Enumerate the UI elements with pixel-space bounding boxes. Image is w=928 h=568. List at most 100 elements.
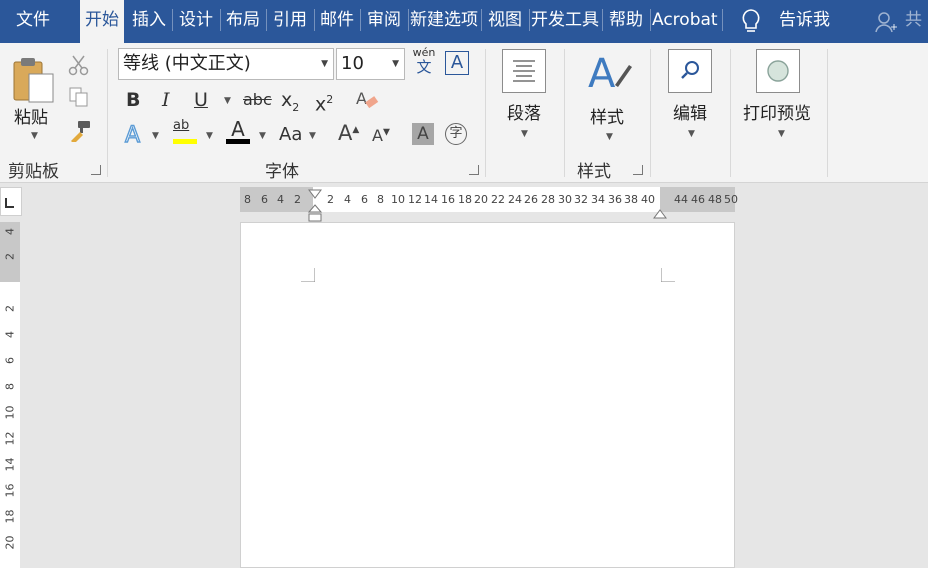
font-group-label: 字体 [265, 162, 299, 182]
chevron-down-icon[interactable]: ▼ [31, 131, 38, 141]
ruler-tick-label: 4 [3, 331, 17, 338]
ruler-tick-label: 26 [524, 193, 538, 206]
font-name-select[interactable]: 等线 (中文正文) ▼ [118, 48, 334, 80]
tab-view[interactable]: 视图 [483, 0, 527, 40]
print-preview-button[interactable]: 打印预览 [743, 99, 811, 124]
tab-mailings[interactable]: 邮件 [316, 0, 358, 40]
ruler-tick-label: 36 [608, 193, 622, 206]
text-effects-icon[interactable]: A [124, 122, 146, 150]
tab-acrobat[interactable]: Acrobat [652, 0, 720, 40]
phonetic-bottom: 文 [416, 58, 432, 76]
chevron-down-icon[interactable]: ▼ [224, 96, 231, 106]
underline-button[interactable]: U [194, 88, 208, 112]
chevron-down-icon[interactable]: ▼ [309, 131, 316, 141]
print-preview-icon[interactable] [756, 49, 800, 93]
chevron-down-icon[interactable]: ▼ [688, 129, 695, 139]
tab-selector[interactable] [0, 187, 22, 216]
tab-references[interactable]: 引用 [268, 0, 312, 40]
top-left-crop-mark [301, 268, 315, 282]
ruler-tick-label: 24 [508, 193, 522, 206]
right-indent-marker[interactable] [653, 204, 667, 223]
ruler-tick-label: 18 [3, 509, 17, 524]
ribbon-tab-bar: 文件 开始 插入 设计 布局 引用 邮件 审阅 新建选项 视图 开发工具 帮助 … [0, 0, 928, 43]
clear-formatting-icon[interactable]: A [355, 88, 379, 116]
chevron-down-icon[interactable]: ▼ [152, 131, 159, 141]
ruler-tick-label: 22 [491, 193, 505, 206]
top-right-crop-mark [661, 268, 675, 282]
tab-design[interactable]: 设计 [174, 0, 218, 40]
paragraph-button[interactable]: 段落 [507, 99, 541, 124]
tab-file[interactable]: 文件 [0, 0, 66, 40]
paste-label[interactable]: 粘贴 [14, 103, 48, 128]
character-shading-button[interactable]: A [412, 123, 434, 145]
ruler-tick-label: 14 [424, 193, 438, 206]
highlight-text: ab [173, 118, 190, 133]
tell-me-search[interactable]: 告诉我 [779, 0, 830, 40]
strikethrough-button[interactable]: abc [243, 88, 272, 112]
ruler-tick-label: 28 [541, 193, 555, 206]
chevron-down-icon[interactable]: ▼ [521, 129, 528, 139]
ruler-tick-label: 50 [724, 193, 738, 206]
styles-launcher-icon[interactable] [633, 165, 643, 175]
superscript-button[interactable]: x2 [315, 88, 333, 116]
tab-layout[interactable]: 布局 [222, 0, 264, 40]
ruler-tick-label: 14 [3, 457, 17, 472]
superscript-base: x [315, 93, 327, 116]
chevron-down-icon[interactable]: ▼ [206, 131, 213, 141]
ruler-tick-label: 34 [591, 193, 605, 206]
paste-icon[interactable] [12, 54, 56, 108]
ruler-tick-label: 30 [558, 193, 572, 206]
clipboard-launcher-icon[interactable] [91, 165, 101, 175]
first-line-indent-marker[interactable] [308, 184, 322, 203]
tab-home[interactable]: 开始 [80, 0, 124, 43]
styles-button[interactable]: 样式 [590, 103, 624, 128]
copy-icon[interactable] [68, 86, 90, 112]
enclose-characters-button[interactable]: 字 [445, 123, 467, 145]
font-color-letter: A [231, 117, 245, 141]
ruler-tick-label: 8 [244, 193, 251, 206]
chevron-down-icon[interactable]: ▼ [321, 49, 328, 79]
font-launcher-icon[interactable] [469, 165, 479, 175]
tab-review[interactable]: 审阅 [362, 0, 406, 40]
grow-font-button[interactable]: A▲ [338, 121, 359, 145]
cut-icon[interactable] [68, 54, 90, 80]
bold-button[interactable]: B [126, 88, 140, 112]
editing-icon[interactable] [668, 49, 712, 93]
chevron-down-icon[interactable]: ▼ [606, 132, 613, 142]
paragraph-icon[interactable] [502, 49, 546, 93]
ruler-tick-label: 48 [708, 193, 722, 206]
shrink-font-button[interactable]: A▼ [372, 126, 390, 145]
tab-help[interactable]: 帮助 [604, 0, 648, 40]
ruler-tick-label: 2 [3, 253, 17, 260]
chevron-down-icon[interactable]: ▼ [778, 129, 785, 139]
tab-new-options[interactable]: 新建选项 [410, 0, 480, 40]
ruler-tick-label: 38 [624, 193, 638, 206]
subscript-button[interactable]: x2 [281, 88, 299, 120]
document-page[interactable] [240, 222, 735, 568]
lightbulb-icon[interactable] [740, 8, 762, 38]
ruler-tick-label: 16 [3, 483, 17, 498]
styles-group-label: 样式 [577, 162, 611, 182]
share-person-icon[interactable] [875, 11, 899, 37]
italic-button[interactable]: I [162, 88, 170, 112]
tab-insert[interactable]: 插入 [128, 0, 170, 40]
svg-text:A: A [588, 51, 616, 97]
phonetic-guide-button[interactable]: wén 文 [412, 47, 436, 76]
ruler-tick-label: 2 [294, 193, 301, 206]
share-button[interactable]: 共 [905, 0, 922, 40]
highlight-button[interactable]: ab [173, 119, 199, 144]
format-painter-icon[interactable] [68, 120, 92, 146]
ruler-tick-label: 2 [3, 305, 17, 312]
font-size-select[interactable]: 10 ▼ [336, 48, 405, 80]
change-case-button[interactable]: Aa [279, 123, 302, 147]
chevron-down-icon[interactable]: ▼ [392, 49, 399, 79]
editing-button[interactable]: 编辑 [673, 99, 707, 124]
ruler-tick-label: 16 [441, 193, 455, 206]
chevron-down-icon[interactable]: ▼ [259, 131, 266, 141]
styles-icon[interactable]: A [587, 51, 633, 101]
character-border-button[interactable]: A [445, 51, 469, 75]
subscript-base: x [281, 89, 293, 111]
vertical-ruler[interactable]: 4 2 2 4 6 8 10 12 14 16 18 20 [0, 222, 20, 568]
font-color-button[interactable]: A [226, 119, 250, 144]
tab-developer[interactable]: 开发工具 [531, 0, 601, 40]
